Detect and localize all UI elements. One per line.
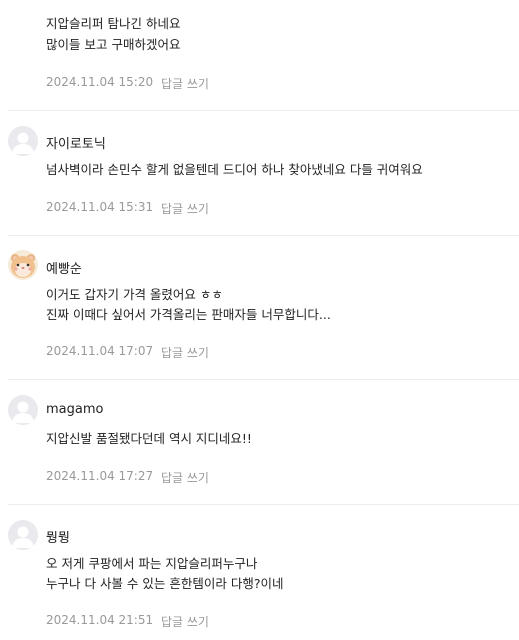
comment-meta: 2024.11.04 15:31 답글 쓰기 — [46, 200, 209, 216]
comment-text-line: 이거도 갑자기 가격 올렸어요 ㅎㅎ — [46, 287, 223, 302]
comment-text-line: 누구나 다 사볼 수 있는 흔한템이라 다행?이네 — [46, 576, 284, 591]
comment-meta: 2024.11.04 15:20 답글 쓰기 — [46, 75, 209, 91]
reply-button[interactable]: 답글 쓰기 — [161, 344, 209, 361]
comment-text-line: 지압신발 품절됐다던데 역시 지디네요!! — [46, 431, 252, 446]
reply-button[interactable]: 답글 쓰기 — [161, 200, 209, 217]
comment-timestamp: 2024.11.04 15:20 — [46, 75, 154, 89]
reply-button[interactable]: 답글 쓰기 — [161, 469, 209, 486]
comment-divider — [8, 235, 519, 236]
comment-text-line: 진짜 이때다 싶어서 가격올리는 판매자들 너무합니다... — [46, 307, 331, 322]
comment-author[interactable]: 자이로토닉 — [46, 133, 106, 152]
comment-text-line: 많이들 보고 구매하겠어요 — [46, 37, 181, 52]
comment-meta: 2024.11.04 17:27 답글 쓰기 — [46, 469, 209, 485]
comment-author[interactable]: magamo — [46, 402, 103, 417]
comment-divider — [8, 504, 519, 505]
comment-author[interactable]: 예빵순 — [46, 258, 82, 277]
comment-meta: 2024.11.04 21:51 답글 쓰기 — [46, 613, 209, 629]
comment-meta: 2024.11.04 17:07 답글 쓰기 — [46, 344, 209, 360]
comment-timestamp: 2024.11.04 17:27 — [46, 469, 154, 483]
user-avatar-icon[interactable] — [8, 520, 38, 550]
user-avatar-icon[interactable] — [8, 126, 38, 156]
comment-timestamp: 2024.11.04 15:31 — [46, 200, 154, 214]
reply-button[interactable]: 답글 쓰기 — [161, 75, 209, 92]
hamster-avatar-icon[interactable] — [8, 250, 38, 280]
user-avatar-icon[interactable] — [8, 395, 38, 425]
reply-button[interactable]: 답글 쓰기 — [161, 613, 209, 630]
comment-divider — [8, 110, 519, 111]
comment-timestamp: 2024.11.04 21:51 — [46, 613, 154, 627]
comment-timestamp: 2024.11.04 17:07 — [46, 344, 154, 358]
comment-text-line: 오 저게 쿠팡에서 파는 지압슬리퍼누구나 — [46, 556, 258, 571]
comment-text-line: 넘사벽이라 손민수 할게 없을텐데 드디어 하나 찾아냈네요 다들 귀여워요 — [46, 162, 423, 177]
comment-author[interactable]: 뭥뭥 — [46, 527, 70, 546]
comment-divider — [8, 379, 519, 380]
comment-text-line: 지압슬리퍼 탐나긴 하네요 — [46, 16, 181, 31]
